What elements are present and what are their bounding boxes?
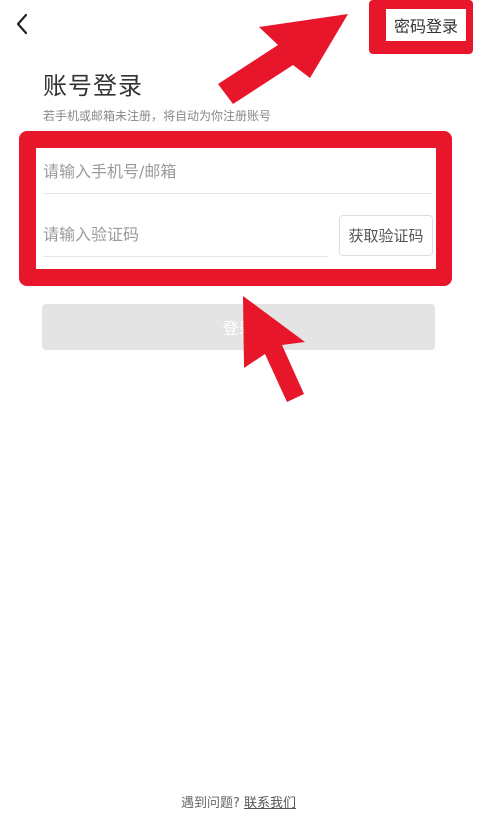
- get-code-button[interactable]: 获取验证码: [339, 215, 433, 256]
- footer: 遇到问题? 联系我们: [0, 792, 477, 811]
- verification-code-input[interactable]: [43, 212, 328, 257]
- login-screen: 密码登录 账号登录 若手机或邮箱未注册，将自动为你注册账号 获取验证码 登录 遇…: [0, 0, 477, 825]
- chevron-left-icon: [16, 13, 28, 35]
- contact-us-link[interactable]: 联系我们: [244, 796, 296, 811]
- password-login-button[interactable]: 密码登录: [386, 9, 466, 41]
- back-button[interactable]: [10, 10, 34, 38]
- phone-email-input[interactable]: [43, 149, 433, 194]
- page-title: 账号登录: [43, 72, 143, 100]
- footer-question: 遇到问题?: [180, 796, 245, 811]
- login-button[interactable]: 登录: [42, 304, 435, 350]
- page-subtitle: 若手机或邮箱未注册，将自动为你注册账号: [43, 109, 272, 123]
